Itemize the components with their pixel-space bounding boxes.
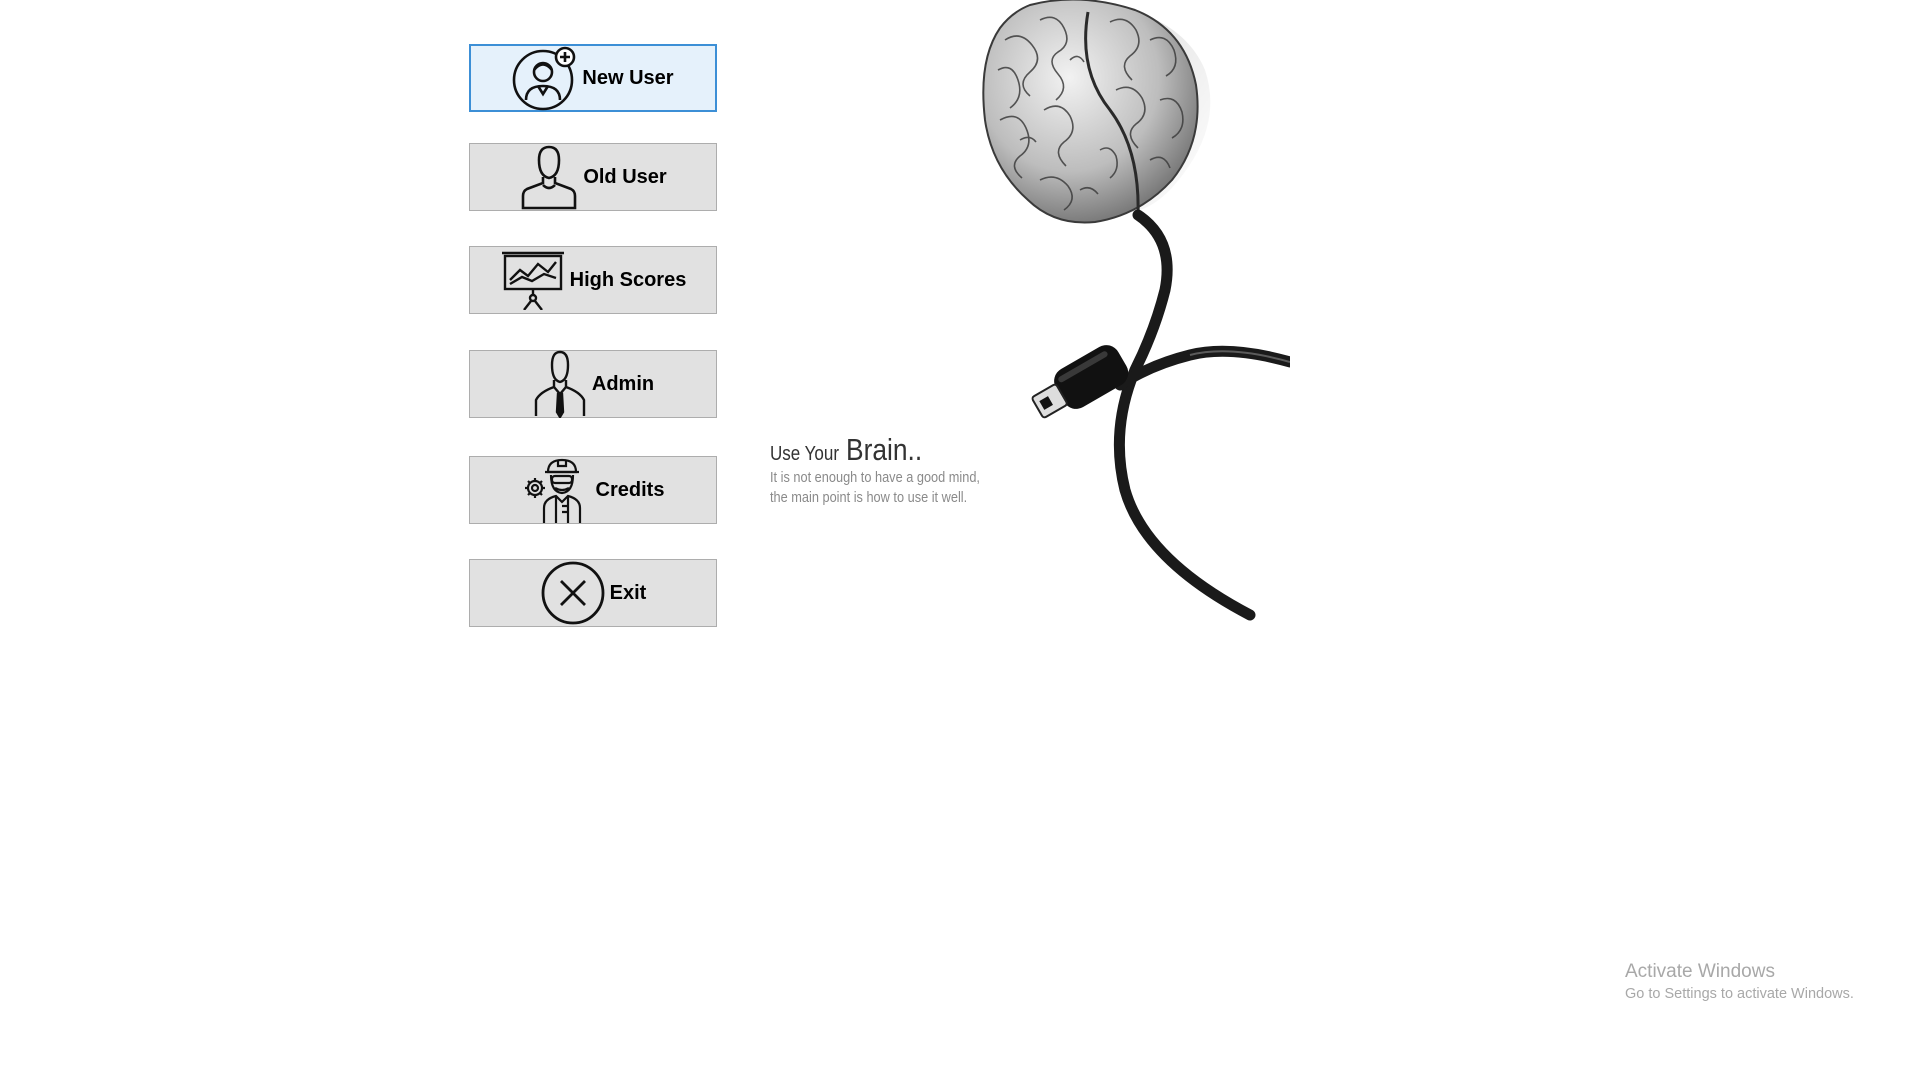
exit-button[interactable]: Exit <box>469 559 717 627</box>
credits-label: Credits <box>595 478 665 501</box>
watermark-title: Activate Windows <box>1625 961 1775 982</box>
high-scores-button[interactable]: High Scores <box>469 246 717 314</box>
credits-button[interactable]: Credits <box>469 456 717 524</box>
tagline-emphasis: Brain.. <box>846 432 923 467</box>
old-user-label: Old User <box>583 165 667 188</box>
businessman-icon <box>532 350 588 418</box>
engineer-icon <box>522 456 592 524</box>
brain-cable-illustration <box>960 0 1296 660</box>
admin-button[interactable]: Admin <box>469 350 717 418</box>
presentation-board-icon <box>500 250 566 310</box>
new-user-button[interactable]: New User <box>469 44 717 112</box>
admin-label: Admin <box>591 372 655 395</box>
watermark-subtitle: Go to Settings to activate Windows. <box>1625 986 1854 1002</box>
activate-windows-watermark: Activate Windows Go to Settings to activ… <box>1625 960 1854 1004</box>
new-user-label: New User <box>582 66 674 89</box>
user-icon <box>519 144 579 210</box>
exit-label: Exit <box>609 581 647 604</box>
high-scores-label: High Scores <box>569 268 687 291</box>
add-user-icon <box>512 45 578 111</box>
old-user-button[interactable]: Old User <box>469 143 717 211</box>
close-circle-icon <box>540 560 606 626</box>
tagline-prefix: Use Your <box>770 443 839 465</box>
